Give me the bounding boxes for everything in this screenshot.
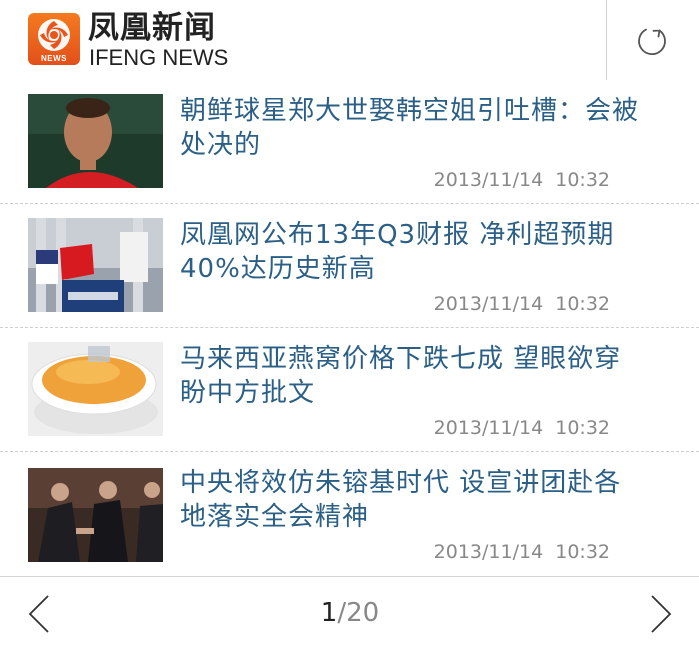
news-timestamp: 2013/11/14 10:32 <box>433 541 610 563</box>
news-title[interactable]: 马来西亚燕窝价格下跌七成 望眼欲穿盼中方批文 <box>180 342 640 410</box>
news-timestamp: 2013/11/14 10:32 <box>433 169 610 191</box>
logo-badge-text: NEWS <box>41 54 67 63</box>
pager-bar: 1/20 <box>0 576 699 651</box>
refresh-icon <box>638 28 666 56</box>
brand-name-en: IFENG NEWS <box>89 45 229 70</box>
news-timestamp: 2013/11/14 10:32 <box>433 293 610 315</box>
chevron-right-icon <box>651 595 672 633</box>
chevron-left-icon <box>28 595 49 633</box>
news-thumbnail <box>28 468 163 562</box>
prev-page-button[interactable] <box>22 591 62 637</box>
news-title[interactable]: 朝鲜球星郑大世娶韩空姐引吐槽：会被处决的 <box>180 94 640 162</box>
news-thumbnail <box>28 342 163 436</box>
current-page: 1 <box>320 598 338 628</box>
news-timestamp: 2013/11/14 10:32 <box>433 417 610 439</box>
news-item[interactable]: 凤凰网公布13年Q3财报 净利超预期40%达历史新高 2013/11/14 10… <box>0 204 699 328</box>
page-indicator: 1/20 <box>300 597 400 629</box>
news-item[interactable]: 中央将效仿朱镕基时代 设宣讲团赴各地落实全会精神 2013/11/14 10:3… <box>0 452 699 576</box>
brand-name-cn: 凤凰新闻 <box>88 10 216 46</box>
news-thumbnail <box>28 218 163 312</box>
news-title[interactable]: 凤凰网公布13年Q3财报 净利超预期40%达历史新高 <box>180 218 640 286</box>
news-list: 朝鲜球星郑大世娶韩空姐引吐槽：会被处决的 2013/11/14 10:32 凤凰… <box>0 80 699 576</box>
total-pages: /20 <box>337 598 380 628</box>
ifeng-logo: NEWS <box>28 13 80 65</box>
news-title[interactable]: 中央将效仿朱镕基时代 设宣讲团赴各地落实全会精神 <box>180 466 640 534</box>
news-item[interactable]: 马来西亚燕窝价格下跌七成 望眼欲穿盼中方批文 2013/11/14 10:32 <box>0 328 699 452</box>
news-item[interactable]: 朝鲜球星郑大世娶韩空姐引吐槽：会被处决的 2013/11/14 10:32 <box>0 80 699 204</box>
app-header: NEWS 凤凰新闻 IFENG NEWS <box>0 0 699 80</box>
next-page-button[interactable] <box>640 591 680 637</box>
news-thumbnail <box>28 94 163 188</box>
refresh-button[interactable] <box>607 0 699 80</box>
